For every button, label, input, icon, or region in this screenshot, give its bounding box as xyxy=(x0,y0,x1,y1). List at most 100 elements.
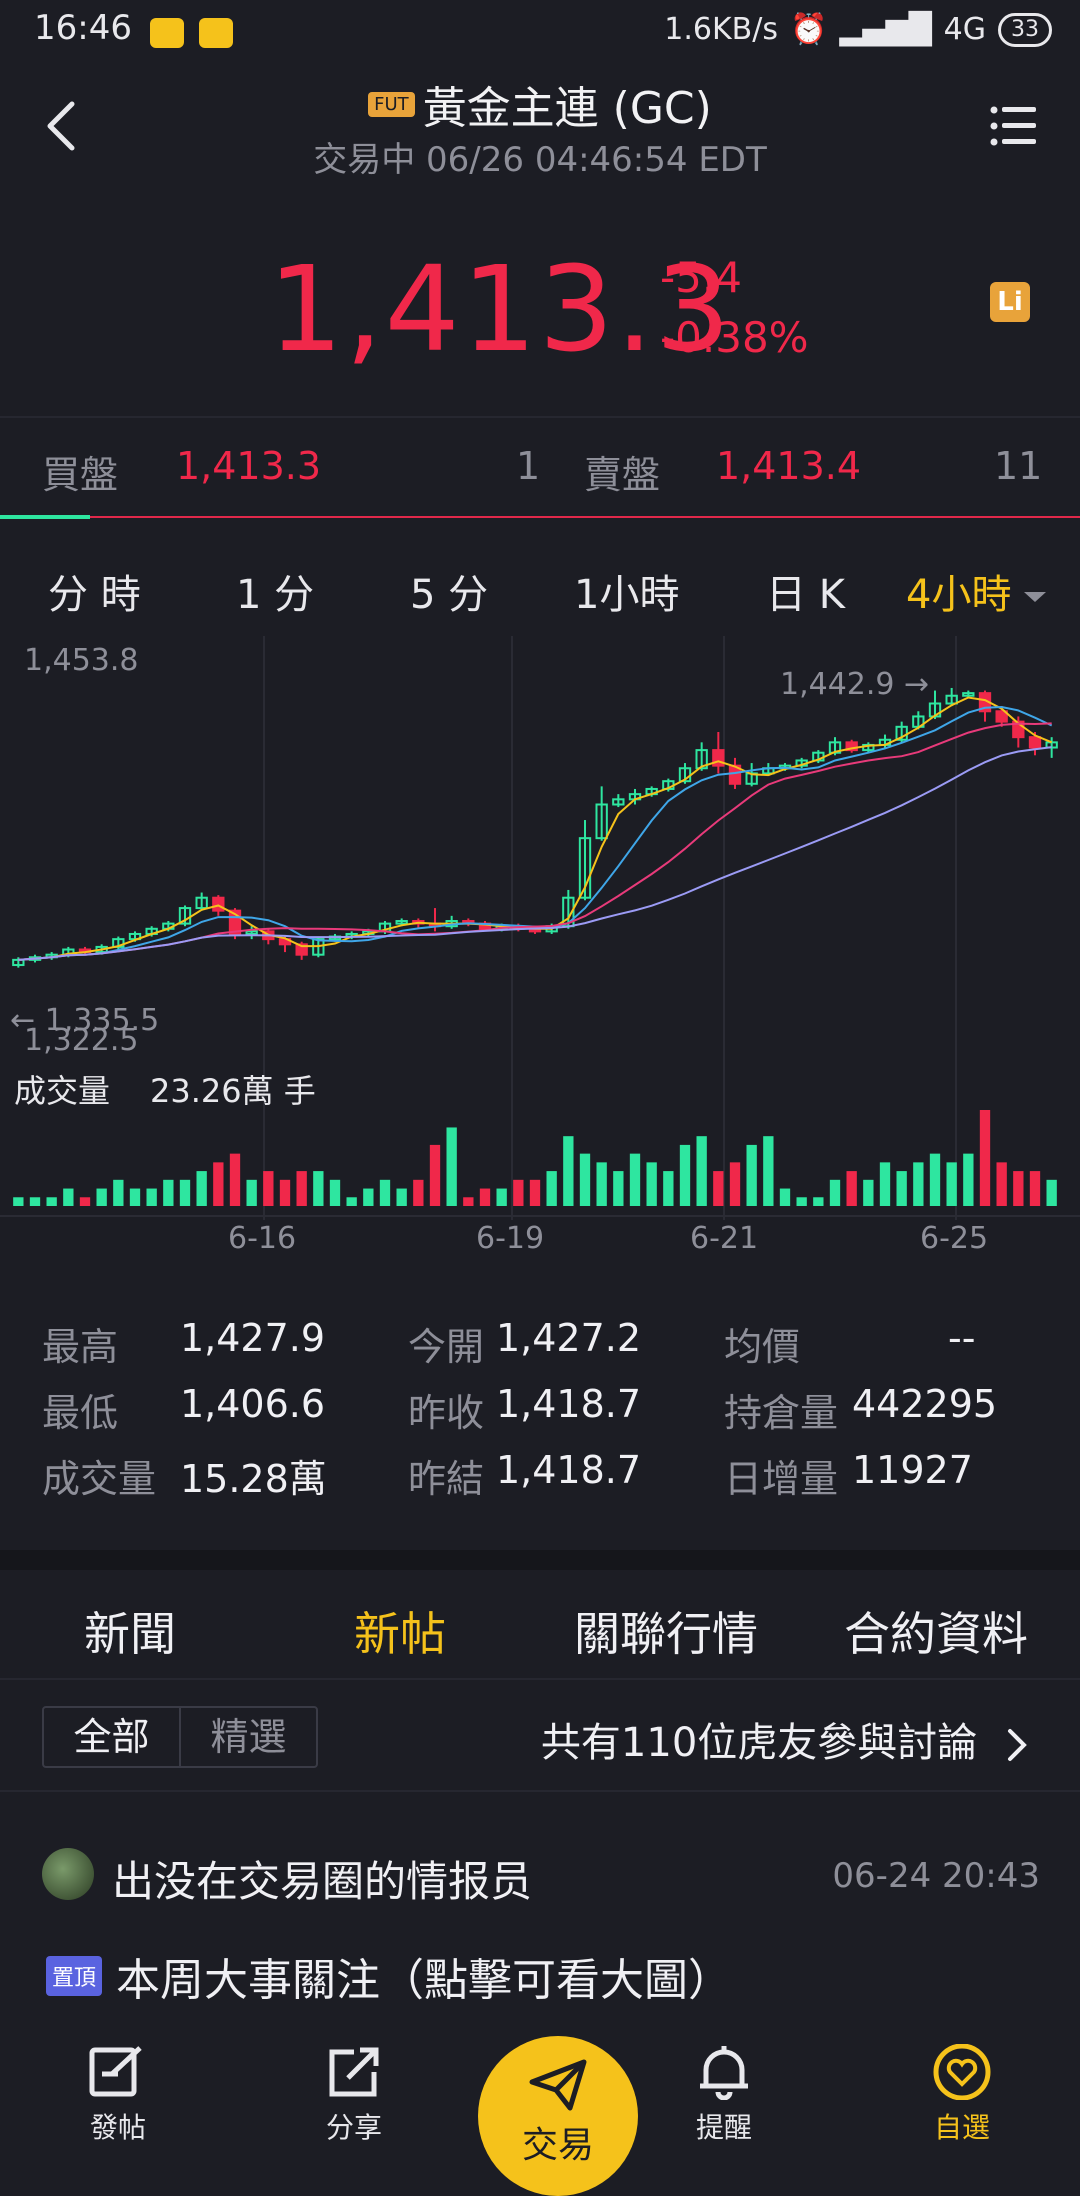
volume-bar xyxy=(946,1162,957,1206)
network-speed: 1.6KB/s xyxy=(664,12,778,47)
stat-value: 1,418.7 xyxy=(496,1448,642,1492)
nav-label: 自選 xyxy=(933,2111,990,2144)
period-tab-4hour-label: 4小時 xyxy=(906,572,1012,618)
section-divider xyxy=(0,1550,1080,1570)
trough-marker: ← 1,335.5 xyxy=(10,1003,159,1038)
volume-bar xyxy=(879,1162,891,1206)
tab-posts[interactable]: 新帖 xyxy=(354,1598,446,1664)
volume-bar xyxy=(263,1171,274,1206)
nav-label: 交易 xyxy=(521,2125,594,2166)
tab-related[interactable]: 關聯行情 xyxy=(574,1598,758,1664)
volume-bars xyxy=(13,1110,1057,1206)
volume-bar xyxy=(479,1188,491,1206)
volume-bar xyxy=(179,1179,191,1206)
period-tab-4hour[interactable]: 4小時 xyxy=(906,562,1047,620)
period-tab-5min[interactable]: 5 分 xyxy=(410,562,488,620)
volume-bar xyxy=(29,1197,41,1206)
period-tab-daily[interactable]: 日 K xyxy=(766,562,845,620)
bid-label: 買盤 xyxy=(42,453,119,497)
stat-key: 日增量 xyxy=(724,1457,839,1501)
status-time: 16:46 xyxy=(34,8,132,48)
ask-qty: 11 xyxy=(994,444,1043,488)
date-tick: 6-25 xyxy=(920,1221,988,1256)
volume-value: 23.26萬 手 xyxy=(150,1072,316,1110)
stat-value: 15.28萬 xyxy=(180,1457,327,1501)
fut-badge: FUT xyxy=(368,91,415,117)
volume-bar xyxy=(213,1162,224,1206)
nav-label: 分享 xyxy=(325,2111,382,2144)
kline-chart[interactable]: 1,453.8 1,322.5 1,442.9 → ← 1,335.5 成交量 … xyxy=(0,632,1080,1272)
weibo-icon xyxy=(199,18,234,48)
stat-key: 昨收 xyxy=(408,1391,485,1435)
nav-alert-button[interactable]: 提醒 xyxy=(644,2022,804,2146)
tab-contract-info[interactable]: 合約資料 xyxy=(844,1598,1028,1664)
volume-bar xyxy=(696,1136,707,1206)
volume-bar xyxy=(813,1197,824,1206)
volume-bar xyxy=(413,1179,424,1206)
divider xyxy=(0,1678,1080,1680)
volume-bar xyxy=(646,1162,657,1206)
stat-key: 昨結 xyxy=(408,1457,485,1501)
avatar[interactable] xyxy=(42,1848,94,1900)
period-tab-1min[interactable]: 1 分 xyxy=(236,562,314,620)
price-change: -5.4 -0.38% xyxy=(660,248,809,368)
volume-bar xyxy=(329,1179,341,1206)
nav-post-button[interactable]: 發帖 xyxy=(38,2022,198,2146)
volume-bar xyxy=(779,1188,791,1206)
volume-bar xyxy=(1046,1179,1057,1206)
nav-trade-button[interactable]: 交易 xyxy=(478,2036,638,2196)
filter-all-button[interactable]: 全部 xyxy=(44,1708,181,1766)
list-icon xyxy=(990,106,1036,146)
volume-bar xyxy=(829,1179,841,1206)
period-tab-timeshare[interactable]: 分 時 xyxy=(48,562,141,620)
compose-icon xyxy=(89,2046,142,2097)
volume-bar xyxy=(63,1188,74,1206)
tab-news[interactable]: 新聞 xyxy=(84,1598,176,1664)
notification-icons xyxy=(150,18,234,52)
network-type: 4G xyxy=(943,12,986,47)
nav-watchlist-button[interactable]: 自選 xyxy=(882,2022,1042,2146)
volume-bar xyxy=(446,1127,457,1206)
volume-bar xyxy=(529,1179,541,1206)
volume-bar xyxy=(96,1188,107,1206)
chevron-right-icon xyxy=(1008,1729,1027,1761)
alarm-icon: ⏰ xyxy=(790,12,828,47)
stat-key: 成交量 xyxy=(42,1457,157,1501)
volume-bar xyxy=(1013,1171,1024,1206)
nav-share-button[interactable]: 分享 xyxy=(274,2022,434,2146)
post-author[interactable]: 出没在交易圈的情报员 xyxy=(112,1848,532,1909)
menu-button[interactable] xyxy=(990,104,1038,152)
post-time: 06-24 20:43 xyxy=(832,1856,1040,1896)
nav-label: 發帖 xyxy=(89,2111,146,2144)
volume-bar xyxy=(929,1153,941,1206)
stat-key: 最低 xyxy=(42,1391,119,1435)
stat-key: 最高 xyxy=(42,1325,119,1369)
ask-label: 賣盤 xyxy=(584,453,661,497)
volume-bar xyxy=(846,1171,857,1206)
volume-bar xyxy=(913,1162,924,1206)
volume-bar xyxy=(246,1179,257,1206)
volume-bar xyxy=(896,1171,907,1206)
li-badge-icon[interactable]: Li xyxy=(990,282,1030,322)
volume-bar xyxy=(79,1197,91,1206)
status-bar: 16:46 1.6KB/s ⏰ ▂▄▆█ 4G 33 xyxy=(0,0,1080,66)
filter-toggle: 全部 精選 xyxy=(42,1706,318,1768)
signal-icon: ▂▄▆█ xyxy=(839,12,932,47)
volume-bar xyxy=(396,1188,407,1206)
volume-bar xyxy=(679,1144,691,1206)
change-value: -5.4 xyxy=(660,253,742,302)
app-notification-icon xyxy=(150,18,184,48)
post-title[interactable]: 本周大事關注（點擊可看大圖） xyxy=(116,1944,732,2008)
ma10-line xyxy=(18,705,1053,961)
volume-bar xyxy=(129,1188,141,1206)
volume-bar xyxy=(729,1162,741,1206)
period-tab-1hour[interactable]: 1小時 xyxy=(574,562,679,620)
volume-bar xyxy=(563,1136,574,1206)
stat-value: 1,427.2 xyxy=(496,1316,642,1360)
discussion-link[interactable]: 共有110位虎友參與討論 xyxy=(541,1710,1030,1768)
heart-icon xyxy=(933,2044,991,2100)
stat-key: 均價 xyxy=(724,1325,801,1369)
filter-featured-button[interactable]: 精選 xyxy=(181,1708,316,1766)
stat-key: 持倉量 xyxy=(724,1391,839,1435)
volume-bar xyxy=(463,1197,474,1206)
